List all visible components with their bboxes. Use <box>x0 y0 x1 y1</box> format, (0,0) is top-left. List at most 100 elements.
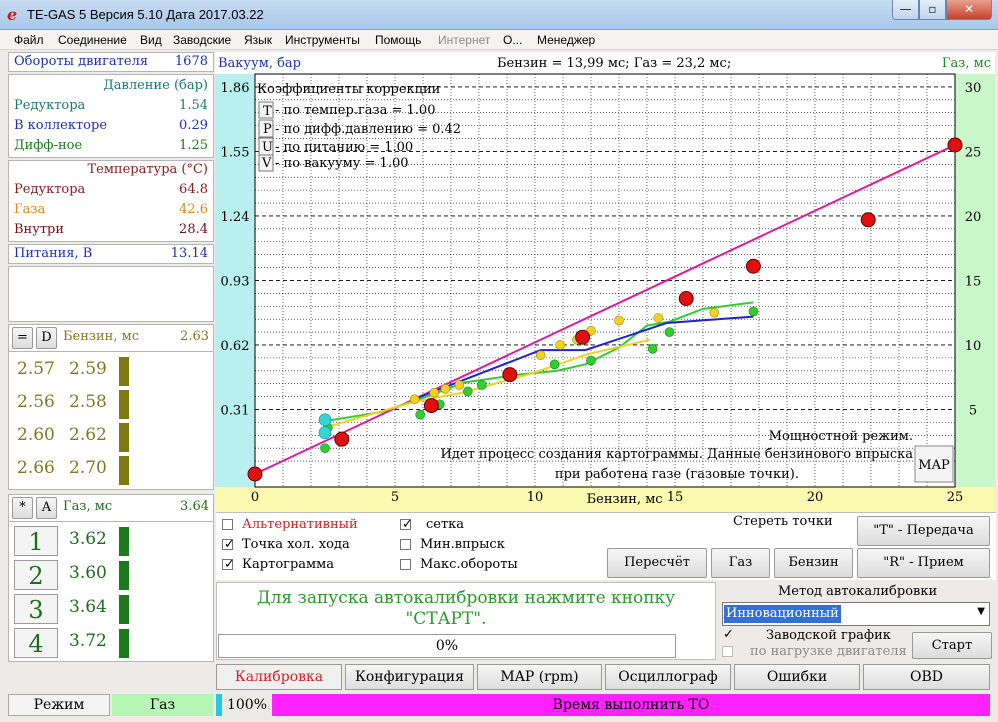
info-message-line2: при работена газе (газовые точки). <box>555 467 799 482</box>
alternative-checkbox-box[interactable] <box>222 519 233 530</box>
tab-calibration[interactable]: Калибровка <box>216 664 342 690</box>
petrol-cyl-value-b: 2.62 <box>69 425 107 445</box>
window-title: TE-GAS 5 Версия 5.10 Дата 2017.03.22 <box>27 7 264 22</box>
chevron-down-icon[interactable]: ▼ <box>977 606 985 617</box>
status-progress-fill <box>216 694 222 716</box>
max-rpm-checkbox-box[interactable] <box>400 559 411 570</box>
calibration-point <box>502 367 518 383</box>
alternative-label: Альтернативный <box>242 517 358 532</box>
calibration-chart[interactable]: Вакуум, бар Бензин = 13,99 мс; Газ = 23,… <box>215 52 995 512</box>
yellow-point <box>535 350 546 361</box>
menu-manager[interactable]: Менеджер <box>537 33 595 47</box>
yellow-point <box>409 394 420 404</box>
green-point <box>586 355 596 366</box>
pressure-panel: Давление (бар) Редуктора 1.54 В коллекто… <box>8 74 214 158</box>
diff-pressure-label: Дифф-ное <box>14 138 83 153</box>
map-button-label[interactable]: MAP <box>918 458 950 473</box>
yellow-point <box>555 340 566 350</box>
petrol-button[interactable]: Бензин <box>774 548 853 578</box>
tab-errors[interactable]: Ошибки <box>734 664 860 690</box>
clear-points-link[interactable]: Стереть точки <box>733 514 833 529</box>
yellow-point <box>614 315 624 326</box>
chart-header-left: Вакуум, бар <box>218 56 301 71</box>
correction-p: P - по дифф.давлению = 0.42 <box>258 119 461 138</box>
menu-tools[interactable]: Инструменты <box>285 33 360 47</box>
recalc-button[interactable]: Пересчёт <box>607 548 707 578</box>
correction-t: T - по темпер.газа = 1.00 <box>258 101 435 119</box>
rpm-label: Обороты двигателя <box>14 54 149 69</box>
green-point <box>748 306 759 317</box>
left-tick-label: 0.93 <box>221 274 250 289</box>
correction-u-key: U <box>262 140 273 155</box>
close-button[interactable]: ✕ <box>946 0 992 20</box>
right-tick-label: 10 <box>965 339 982 354</box>
left-tick-label: 0.62 <box>221 339 250 354</box>
idle-point-checkbox-box[interactable]: ✓ <box>222 537 235 552</box>
menu-help[interactable]: Помощь <box>375 33 421 47</box>
tab-configuration[interactable]: Конфигурация <box>345 664 474 690</box>
menu-language[interactable]: Язык <box>244 33 272 47</box>
petrol-bar <box>119 456 129 485</box>
tab-map-rpm[interactable]: MAP (rpm) <box>477 664 602 690</box>
engine-load-label: по нагрузке двигателя <box>750 644 907 659</box>
green-point <box>320 443 330 453</box>
petrol-row: 2.56 2.58 <box>9 388 213 421</box>
yellow-point <box>709 307 720 318</box>
minimize-button[interactable]: — <box>892 0 919 20</box>
gas-a-button[interactable]: A <box>36 497 57 519</box>
menu-connection[interactable]: Соединение <box>58 33 127 47</box>
cartogram-checkbox-box[interactable]: ✓ <box>222 557 235 572</box>
petrol-d-button[interactable]: D <box>36 327 57 349</box>
yellow-point <box>653 313 664 323</box>
green-point <box>664 327 675 337</box>
check-icon: ✓ <box>224 537 235 552</box>
petrol-equal-button[interactable]: = <box>12 327 33 349</box>
map-button[interactable]: MAP <box>914 445 954 483</box>
status-fuel: Газ <box>112 694 213 716</box>
menu-view[interactable]: Вид <box>140 33 162 47</box>
start-button[interactable]: Старт <box>912 632 992 659</box>
chart-header-right: Газ, мс <box>942 56 991 71</box>
petrol-cyl-value-a: 2.60 <box>17 425 55 445</box>
engine-load-checkbox-box[interactable] <box>722 646 733 657</box>
supply-panel: Питания, В 13.14 <box>8 244 214 264</box>
diff-pressure-value: 1.25 <box>179 138 208 153</box>
autocal-progress-text: 0% <box>435 638 459 654</box>
left-tick-label: 0.31 <box>221 403 250 418</box>
gas-star-button[interactable]: * <box>12 497 33 519</box>
transmit-button[interactable]: "T" - Передача <box>857 516 990 546</box>
petrol-row: 2.66 2.70 <box>9 454 213 487</box>
status-percent: 100% <box>226 697 268 713</box>
calibration-point <box>947 137 963 153</box>
petrol-cyl-value-b: 2.59 <box>69 359 107 379</box>
chart-svg: Вакуум, бар Бензин = 13,99 мс; Газ = 23,… <box>215 52 995 512</box>
injector-3-button[interactable]: 3 <box>14 594 58 624</box>
supply-value: 13.14 <box>170 246 208 261</box>
method-select[interactable]: Инновационный ▼ <box>722 602 990 626</box>
green-point <box>476 380 487 390</box>
petrol-label: Бензин, мс <box>63 329 139 344</box>
receive-button[interactable]: "R" - Прием <box>857 548 990 578</box>
factory-graph-checkbox-box[interactable]: ✓ <box>722 627 734 642</box>
cyan-point <box>318 426 332 440</box>
menu-about[interactable]: О... <box>503 33 522 47</box>
check-icon: ✓ <box>723 627 734 642</box>
correction-u-text: - по питанию = 1.00 <box>275 140 413 155</box>
petrol-row: 2.60 2.62 <box>9 421 213 454</box>
menu-factory[interactable]: Заводские <box>173 33 231 47</box>
petrol-cyl-value-b: 2.70 <box>69 458 107 478</box>
grid-checkbox-box[interactable]: ✓ <box>400 517 413 532</box>
injector-2-button[interactable]: 2 <box>14 560 58 590</box>
tab-obd[interactable]: OBD <box>863 664 990 690</box>
petrol-cyl-value-b: 2.58 <box>69 392 107 412</box>
gas-button[interactable]: Газ <box>711 548 770 578</box>
calibration-point <box>575 329 591 345</box>
menu-internet[interactable]: Интернет <box>438 33 490 47</box>
injector-1-button[interactable]: 1 <box>14 526 58 556</box>
injector-4-button[interactable]: 4 <box>14 628 58 658</box>
maximize-button[interactable]: ▫ <box>919 0 946 20</box>
menu-file[interactable]: Файл <box>14 33 44 47</box>
x-axis-label: Бензин, мс <box>587 492 663 507</box>
min-injection-checkbox-box[interactable] <box>400 539 411 550</box>
tab-oscilloscope[interactable]: Осциллограф <box>605 664 731 690</box>
